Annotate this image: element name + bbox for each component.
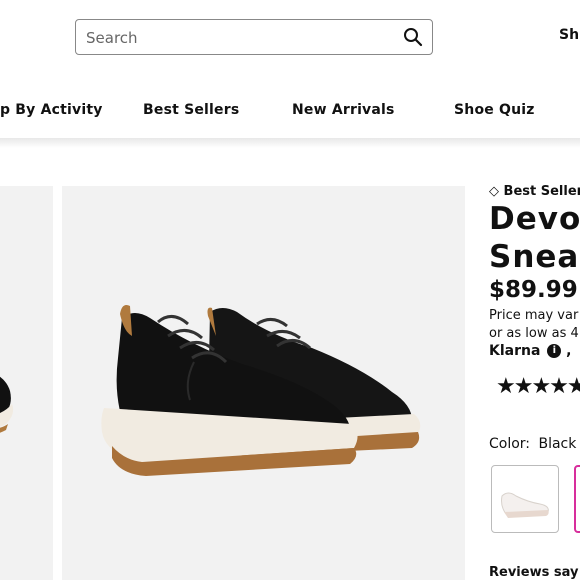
price-note-line1: Price may var (489, 308, 579, 323)
header-shadow (0, 138, 580, 148)
color-swatch-selected[interactable] (574, 465, 580, 533)
white-shoe-thumbnail (501, 492, 549, 518)
nav-item-new-arrivals[interactable]: New Arrivals (292, 102, 395, 118)
best-seller-badge: ◇ Best Seller (489, 184, 580, 199)
diamond-icon: ◇ (489, 184, 499, 199)
shoe-image (101, 305, 421, 476)
search-icon[interactable] (403, 27, 423, 47)
color-value: Black (538, 436, 577, 452)
product-title: Devot Sneak (489, 200, 580, 276)
best-seller-label: Best Seller (503, 184, 580, 199)
product-title-line1: Devot (489, 201, 580, 237)
reviews-summary-heading: Reviews say t (489, 565, 580, 580)
info-icon[interactable]: i (547, 344, 562, 358)
search-box[interactable] (75, 19, 433, 55)
product-price: $89.99 (489, 277, 578, 303)
nav-item-best-sellers[interactable]: Best Sellers (143, 102, 239, 118)
product-main-image[interactable] (62, 186, 465, 580)
nav-item-shoe-quiz[interactable]: Shoe Quiz (454, 102, 535, 118)
site-header: Shi p By Activity Best Sellers New Arriv… (0, 0, 580, 138)
header-shop-link[interactable]: Shi (559, 27, 580, 43)
payment-options: Klarna i , S (489, 343, 580, 359)
klarna-logo: Klarna (489, 343, 541, 359)
color-selector-label: Color: Black (489, 436, 576, 452)
product-title-line2: Sneak (489, 239, 580, 275)
nav-item-shop-by-activity[interactable]: p By Activity (0, 102, 103, 118)
payment-separator: , (566, 343, 572, 359)
price-note: Price may var or as low as 4 (489, 307, 579, 343)
search-input[interactable] (84, 26, 388, 50)
shoe-thumbnail-image (0, 376, 14, 433)
color-swatch-white[interactable] (491, 465, 559, 533)
product-thumbnail-previous[interactable] (0, 186, 53, 580)
price-note-line2: or as low as 4 (489, 326, 579, 341)
rating-stars[interactable]: ★★★★★ (496, 374, 580, 399)
color-label: Color: (489, 436, 531, 452)
